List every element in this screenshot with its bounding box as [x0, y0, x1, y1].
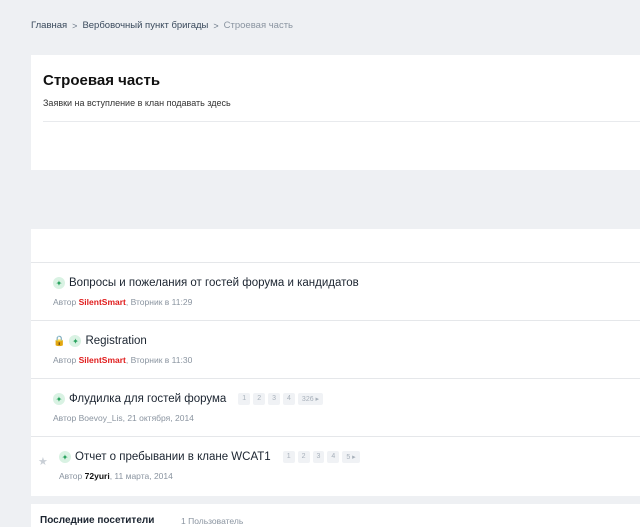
author-link[interactable]: SilentSmart	[79, 355, 126, 365]
forum-description: Заявки на вступление в клан подавать зде…	[43, 98, 231, 108]
breadcrumb-home[interactable]: Главная	[31, 20, 67, 31]
topic-meta: Автор SilentSmart, Вторник в 11:30	[53, 355, 192, 365]
author-link[interactable]: Boevoy_Lis	[79, 413, 123, 423]
topic-meta: Автор 72yuri, 11 марта, 2014	[59, 471, 173, 481]
page-link[interactable]: 3	[312, 451, 325, 463]
pin-icon: ✦	[53, 277, 65, 289]
author-prefix: Автор	[53, 413, 77, 423]
forum-header: Строевая часть Заявки на вступление в кл…	[31, 55, 640, 170]
author-prefix: Автор	[59, 471, 83, 481]
recent-visitors: Последние посетители 1 Пользователь	[31, 504, 640, 527]
pin-icon: ✦	[53, 393, 65, 405]
topic-title[interactable]: Registration	[85, 335, 146, 347]
page-link[interactable]: 1	[238, 393, 251, 405]
topic-title[interactable]: Флудилка для гостей форума	[69, 393, 226, 405]
lock-icon: 🔒	[53, 335, 66, 347]
chevron-right-icon: >	[213, 20, 219, 31]
topic-row[interactable]: 🔒 ✦ Registration Автор SilentSmart, Втор…	[31, 321, 640, 379]
breadcrumb-current: Строевая часть	[223, 20, 294, 31]
page-link[interactable]: 3	[268, 393, 281, 405]
author-link[interactable]: 72yuri	[85, 471, 110, 481]
page-link-last[interactable]: 326 ▸	[297, 393, 324, 405]
topic-row[interactable]: ★ ✦ Отчет о пребывании в клане WCAT1 1 2…	[31, 437, 640, 495]
topic-date: , 11 марта, 2014	[109, 471, 173, 481]
page-title: Строевая часть	[43, 72, 161, 89]
topic-row[interactable]: ✦ Вопросы и пожелания от гостей форума и…	[31, 263, 640, 321]
divider	[43, 121, 640, 122]
topic-meta: Автор Boevoy_Lis, 21 октября, 2014	[53, 413, 194, 423]
pagination: 1 2 3 4 326 ▸	[238, 393, 324, 405]
topic-list-toolbar	[31, 229, 640, 263]
page-link[interactable]: 2	[253, 393, 266, 405]
breadcrumb: Главная > Вербовочный пункт бригады > Ст…	[31, 20, 293, 31]
topic-title[interactable]: Вопросы и пожелания от гостей форума и к…	[69, 277, 359, 289]
page-link[interactable]: 4	[327, 451, 340, 463]
topic-list: ✦ Вопросы и пожелания от гостей форума и…	[31, 229, 640, 496]
author-prefix: Автор	[53, 355, 77, 365]
page-link[interactable]: 1	[282, 451, 295, 463]
page-link[interactable]: 2	[297, 451, 310, 463]
pagination: 1 2 3 4 5 ▸	[282, 451, 360, 463]
topic-meta: Автор SilentSmart, Вторник в 11:29	[53, 297, 192, 307]
topic-date: , Вторник в 11:29	[125, 297, 193, 307]
topic-row[interactable]: ✦ Флудилка для гостей форума 1 2 3 4 326…	[31, 379, 640, 437]
topic-date: , Вторник в 11:30	[125, 355, 193, 365]
author-prefix: Автор	[53, 297, 77, 307]
topic-title[interactable]: Отчет о пребывании в клане WCAT1	[75, 451, 271, 463]
chevron-right-icon: >	[72, 20, 78, 31]
pin-icon: ✦	[59, 451, 71, 463]
author-link[interactable]: SilentSmart	[79, 297, 126, 307]
page-link[interactable]: 4	[283, 393, 295, 405]
recent-visitors-count: 1 Пользователь	[181, 516, 244, 526]
topic-date: , 21 октября, 2014	[122, 413, 194, 423]
breadcrumb-recruitment[interactable]: Вербовочный пункт бригады	[82, 20, 208, 31]
recent-visitors-title: Последние посетители	[40, 515, 155, 526]
pin-icon: ✦	[69, 335, 82, 347]
page-link-last[interactable]: 5 ▸	[342, 451, 360, 463]
star-icon[interactable]: ★	[38, 455, 48, 468]
